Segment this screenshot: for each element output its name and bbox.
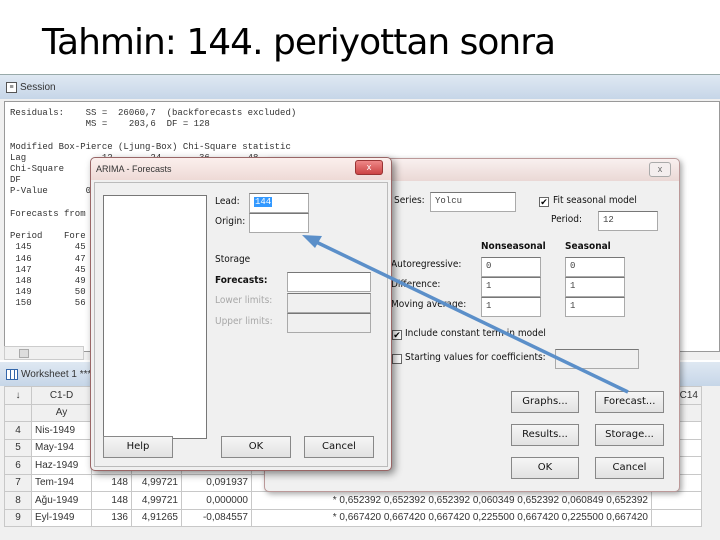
ma-seasonal-input[interactable]: 1 <box>565 297 625 317</box>
forecasts-store-label: Forecasts: <box>215 275 268 286</box>
row-number[interactable]: 6 <box>4 456 32 475</box>
cell[interactable]: 4,91265 <box>131 508 182 527</box>
series-label: Series: <box>394 195 425 206</box>
upper-limits-label: Upper limits: <box>215 316 273 327</box>
lower-limits-input[interactable] <box>287 293 371 313</box>
cell[interactable]: 148 <box>91 491 132 510</box>
session-line: MS = 203,6 DF = 128 <box>10 119 210 130</box>
row-number[interactable]: 4 <box>4 421 32 440</box>
row-number[interactable]: 5 <box>4 438 32 457</box>
variable-list[interactable] <box>103 195 207 439</box>
row-number[interactable]: 9 <box>4 508 32 527</box>
difference-label: Difference: <box>391 279 441 290</box>
period-input[interactable]: 12 <box>598 211 658 231</box>
cell[interactable]: May-194 <box>31 438 92 457</box>
cell[interactable]: 0,091937 <box>181 473 252 492</box>
include-constant-label: Include constant term in model <box>405 328 546 339</box>
session-icon: ≡ <box>6 81 17 93</box>
cell[interactable]: Eyl-1949 <box>31 508 92 527</box>
cell[interactable] <box>651 491 702 510</box>
fit-seasonal-checkbox[interactable]: ✔ <box>539 197 549 207</box>
cell[interactable]: 0,000000 <box>181 491 252 510</box>
storage-label: Storage <box>215 254 251 265</box>
cell[interactable] <box>651 508 702 527</box>
cancel-button[interactable]: Cancel <box>595 457 664 479</box>
session-title: Session <box>20 81 56 93</box>
arrow-down-icon[interactable]: ↓ <box>4 386 32 405</box>
ar-nonseasonal-input[interactable]: 0 <box>481 257 541 277</box>
starting-values-checkbox[interactable] <box>392 354 402 364</box>
diff-nonseasonal-input[interactable]: 1 <box>481 277 541 297</box>
cell[interactable]: 148 <box>91 473 132 492</box>
autoregressive-label: Autoregressive: <box>391 259 462 270</box>
scrollbar-thumb[interactable] <box>19 349 29 358</box>
worksheet-icon <box>6 368 18 380</box>
origin-label: Origin: <box>215 216 246 227</box>
session-line <box>10 130 714 141</box>
ok-button[interactable]: OK <box>511 457 579 479</box>
ma-nonseasonal-input[interactable]: 1 <box>481 297 541 317</box>
cell[interactable]: * 0,652392 0,652392 0,652392 0,060349 0,… <box>251 491 652 510</box>
cell[interactable]: 4,99721 <box>131 473 182 492</box>
slide-title: Tahmin: 144. periyottan sonra <box>42 22 556 63</box>
column-header[interactable]: C1-D <box>31 386 92 405</box>
graphs-button[interactable]: Graphs... <box>511 391 579 413</box>
storage-button[interactable]: Storage... <box>595 424 664 446</box>
session-line: Modified Box-Pierce (Ljung-Box) Chi-Squa… <box>10 141 291 152</box>
session-titlebar: ≡ Session <box>0 75 720 99</box>
moving-average-label: Moving average: <box>391 299 467 310</box>
column-name[interactable]: Ay <box>31 403 92 422</box>
lead-input[interactable]: 144 <box>249 193 309 213</box>
diff-seasonal-input[interactable]: 1 <box>565 277 625 297</box>
row-header <box>4 403 32 422</box>
forecasts-titlebar: ARIMA - Forecasts x <box>91 158 391 180</box>
series-input[interactable]: Yolcu <box>430 192 516 212</box>
close-button[interactable]: x <box>355 160 383 175</box>
lower-limits-label: Lower limits: <box>215 295 273 306</box>
include-constant-checkbox[interactable]: ✔ <box>392 330 402 340</box>
table-row[interactable]: 9 Eyl-1949 136 4,91265 -0,084557 * 0,667420 0… <box>4 508 702 527</box>
row-number[interactable]: 7 <box>4 473 32 492</box>
lead-label: Lead: <box>215 196 240 207</box>
fit-seasonal-label: Fit seasonal model <box>553 195 637 206</box>
upper-limits-input[interactable] <box>287 313 371 333</box>
results-button[interactable]: Results... <box>511 424 579 446</box>
ar-seasonal-input[interactable]: 0 <box>565 257 625 277</box>
forecasts-dialog: ARIMA - Forecasts x Lead: 144 Origin: St… <box>90 157 392 471</box>
period-label: Period: <box>551 214 583 225</box>
ok-button[interactable]: OK <box>221 436 291 458</box>
table-row[interactable]: 8 Ağu-1949 148 4,99721 0,000000 * 0,652392 0,… <box>4 491 702 510</box>
cell[interactable]: Tem-194 <box>31 473 92 492</box>
origin-input[interactable] <box>249 213 309 233</box>
nonseasonal-header: Nonseasonal <box>481 241 546 252</box>
starting-values-input[interactable] <box>555 349 639 369</box>
cell[interactable]: Nis-1949 <box>31 421 92 440</box>
forecast-button[interactable]: Forecast... <box>595 391 664 413</box>
cell[interactable]: -0,084557 <box>181 508 252 527</box>
lead-value: 144 <box>254 197 273 207</box>
row-number[interactable]: 8 <box>4 491 32 510</box>
cell[interactable]: 136 <box>91 508 132 527</box>
help-button[interactable]: Help <box>103 436 173 458</box>
session-line: Residuals: SS = 26060,7 (backforecasts e… <box>10 108 297 118</box>
worksheet-title: Worksheet 1 *** <box>21 368 92 380</box>
starting-values-label: Starting values for coefficients: <box>405 352 546 363</box>
cell[interactable]: 4,99721 <box>131 491 182 510</box>
forecasts-store-input[interactable] <box>287 272 371 292</box>
forecasts-title: ARIMA - Forecasts <box>96 164 172 174</box>
cell[interactable]: Ağu-1949 <box>31 491 92 510</box>
cell[interactable]: Haz-1949 <box>31 456 92 475</box>
cell[interactable]: * 0,667420 0,667420 0,667420 0,225500 0,… <box>251 508 652 527</box>
seasonal-header: Seasonal <box>565 241 611 252</box>
cancel-button[interactable]: Cancel <box>304 436 374 458</box>
close-button[interactable]: x <box>649 162 671 177</box>
horizontal-scrollbar[interactable] <box>4 346 84 360</box>
